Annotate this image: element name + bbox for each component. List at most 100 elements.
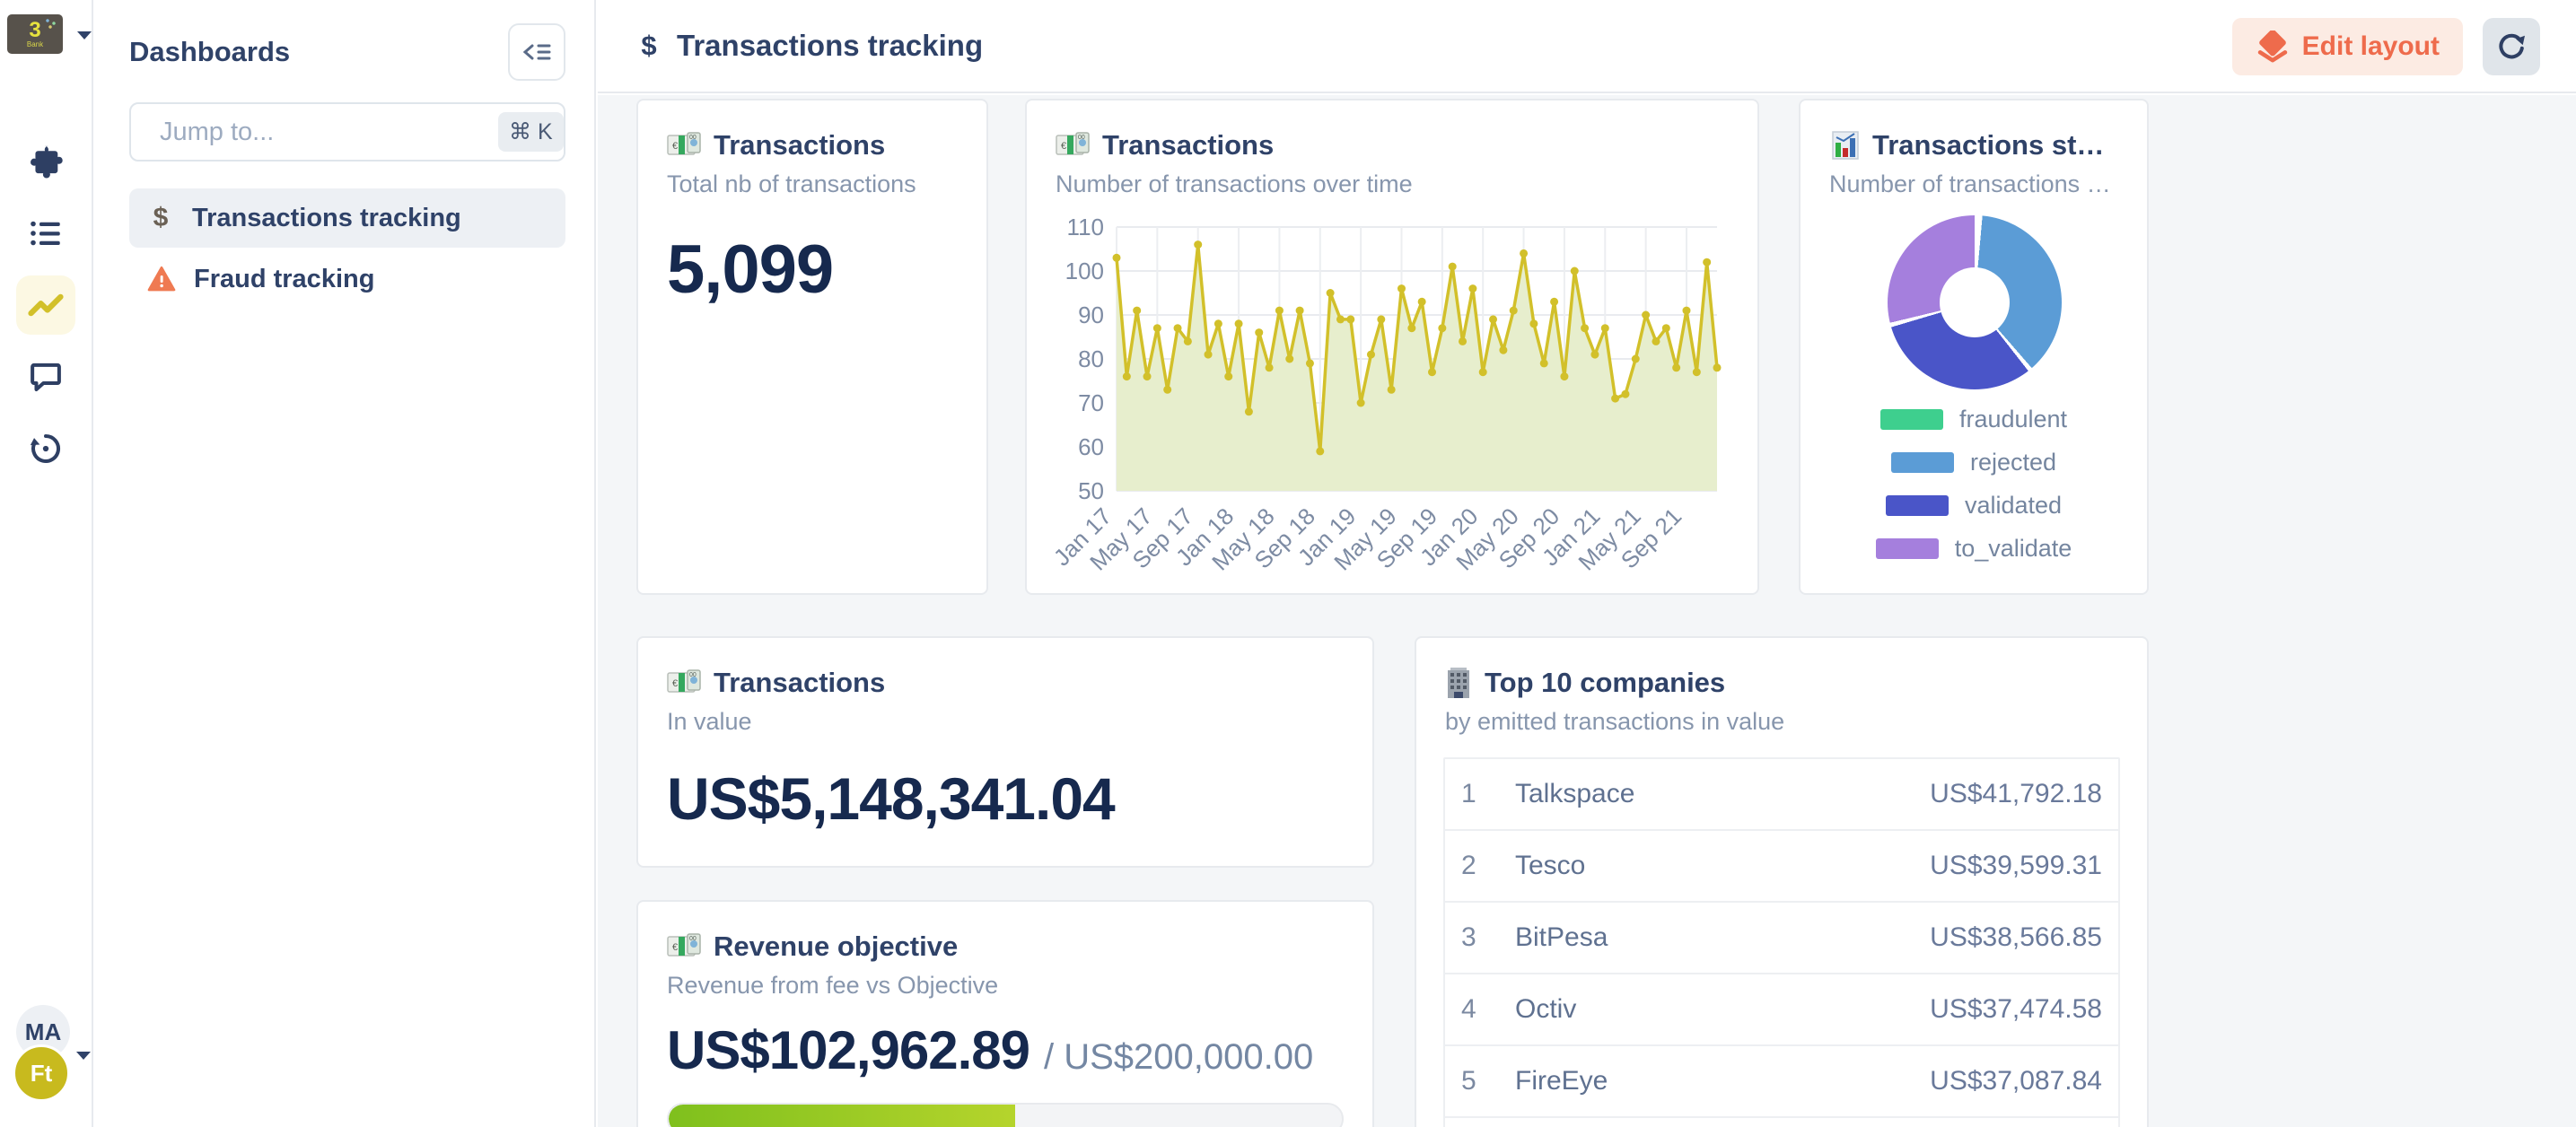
widget-revenue-objective: € 00 Revenue objective Revenue from fee … (636, 900, 1374, 1127)
rank-cell: 3 (1461, 922, 1515, 953)
svg-text:100: 100 (1065, 258, 1104, 284)
widget-transactions-value: € 00 Transactions In value US$5,148,341.… (636, 636, 1374, 868)
widget-title: Transactions (714, 667, 885, 699)
revenue-objective-value: / US$200,000.00 (1044, 1037, 1313, 1078)
rail-item-activity-log[interactable] (16, 419, 75, 478)
value-cell: US$39,599.31 (1930, 851, 2102, 881)
svg-text:00: 00 (689, 672, 697, 678)
edit-layout-button[interactable]: Edit layout (2232, 18, 2463, 75)
table-row-partial (1445, 1118, 2118, 1127)
search-input[interactable] (160, 118, 498, 147)
sidebar-item-label: Transactions tracking (192, 204, 461, 233)
collapse-sidebar-button[interactable] (508, 23, 565, 81)
svg-text:50: 50 (1078, 477, 1104, 504)
legend-label: rejected (1970, 449, 2056, 476)
svg-text:70: 70 (1078, 389, 1104, 416)
history-icon (27, 430, 65, 467)
widget-title: Top 10 companies (1485, 667, 1725, 699)
workspace-logo[interactable]: 3 Bank (7, 14, 63, 54)
user-avatars: MA Ft (0, 998, 92, 1123)
donut-chart (1888, 215, 2062, 389)
svg-text:00: 00 (689, 135, 697, 141)
widget-transactions-over-time: € 00 Transactions Number of transactions… (1025, 99, 1759, 595)
logo-subtext: Bank (27, 40, 43, 48)
widget-subtitle: Total nb of transactions (667, 170, 958, 198)
revenue-progress-fill (669, 1105, 1015, 1127)
company-cell: FireEye (1515, 1066, 1930, 1096)
collapse-icon (521, 38, 553, 66)
table-row: 2 Tesco US$39,599.31 (1445, 831, 2118, 903)
rail-nav (0, 126, 92, 491)
legend-swatch (1880, 409, 1943, 430)
widget-title: Transactions status (1872, 129, 2118, 162)
sidebar-item-fraud-tracking[interactable]: Fraud tracking (129, 249, 565, 309)
legend-item[interactable]: to_validate (1876, 535, 2072, 563)
companies-table: 1 Talkspace US$41,792.18 2 Tesco US$39,5… (1443, 757, 2120, 1127)
rail-item-dashboards[interactable] (16, 275, 75, 335)
svg-text:€: € (1061, 141, 1066, 152)
sidebar-item-label: Fraud tracking (194, 265, 374, 294)
widget-title: Transactions (714, 129, 885, 162)
money-emoji-icon: € 00 (667, 132, 701, 159)
value-cell: US$41,792.18 (1930, 779, 2102, 809)
svg-text:80: 80 (1078, 345, 1104, 372)
dollar-icon: $ (147, 203, 174, 233)
rail-item-collections[interactable] (16, 204, 75, 263)
puzzle-icon (27, 143, 65, 180)
search-shortcut-badge: ⌘ K (498, 112, 564, 152)
widget-title: Transactions (1102, 129, 1274, 162)
table-row: 1 Talkspace US$41,792.18 (1445, 759, 2118, 831)
legend-item[interactable]: validated (1886, 492, 2062, 520)
chart-legend: fraudulent rejected validated to_validat… (1801, 406, 2147, 563)
layers-icon (2256, 31, 2290, 63)
company-cell: Tesco (1515, 851, 1930, 881)
money-emoji-icon: € 00 (667, 933, 701, 960)
transactions-count-value: 5,099 (667, 231, 958, 309)
logo-text: 3 (29, 21, 40, 40)
dashboard-content: € 00 Transactions Total nb of transactio… (598, 95, 2576, 1127)
jump-to-search[interactable]: ⌘ K (129, 102, 565, 162)
widget-subtitle: In value (667, 708, 1344, 736)
legend-label: validated (1965, 492, 2062, 520)
sidebar-item-transactions-tracking[interactable]: $ Transactions tracking (129, 188, 565, 248)
legend-swatch (1876, 538, 1939, 559)
bar-chart-emoji-icon (1829, 130, 1860, 161)
revenue-progress-bar (667, 1103, 1344, 1127)
refresh-icon (2493, 29, 2529, 65)
legend-item[interactable]: fraudulent (1880, 406, 2067, 433)
sidebar-title: Dashboards (129, 36, 290, 68)
rail-item-plugins[interactable] (16, 132, 75, 191)
rank-cell: 4 (1461, 994, 1515, 1025)
money-emoji-icon: € 00 (667, 669, 701, 696)
value-cell: US$38,566.85 (1930, 922, 2102, 953)
widget-subtitle: by emitted transactions in value (1445, 708, 2118, 736)
avatar-team[interactable]: Ft (13, 1044, 70, 1102)
svg-text:€: € (672, 942, 678, 953)
dashboard-list: $ Transactions tracking Fraud tracking (129, 188, 565, 310)
svg-text:110: 110 (1067, 214, 1104, 240)
refresh-button[interactable] (2483, 18, 2540, 75)
svg-text:€: € (672, 678, 678, 689)
widget-transactions-status: Transactions status Number of transactio… (1799, 99, 2149, 595)
table-row: 5 FireEye US$37,087.84 (1445, 1046, 2118, 1118)
rail-item-conversations[interactable] (16, 347, 75, 406)
widget-subtitle: Revenue from fee vs Objective (667, 972, 1344, 1000)
line-chart: 5060708090100110Jan 17May 17Sep 17Jan 18… (1039, 187, 1748, 586)
workspace-caret-icon[interactable] (75, 29, 93, 41)
logo-decoration (45, 18, 59, 31)
company-cell: BitPesa (1515, 922, 1930, 953)
widget-transactions-count: € 00 Transactions Total nb of transactio… (636, 99, 988, 595)
svg-text:00: 00 (1078, 135, 1085, 141)
widget-title: Revenue objective (714, 930, 958, 963)
legend-item[interactable]: rejected (1891, 449, 2056, 476)
avatar-caret-icon[interactable] (75, 1050, 92, 1061)
company-cell: Talkspace (1515, 779, 1930, 809)
legend-swatch (1886, 495, 1949, 516)
list-icon (27, 214, 65, 252)
dollar-icon: $ (635, 30, 662, 62)
rank-cell: 2 (1461, 851, 1515, 881)
svg-text:00: 00 (689, 936, 697, 942)
chat-icon (27, 358, 65, 396)
icon-rail: 3 Bank (0, 0, 93, 1127)
table-row: 4 Octiv US$37,474.58 (1445, 974, 2118, 1046)
